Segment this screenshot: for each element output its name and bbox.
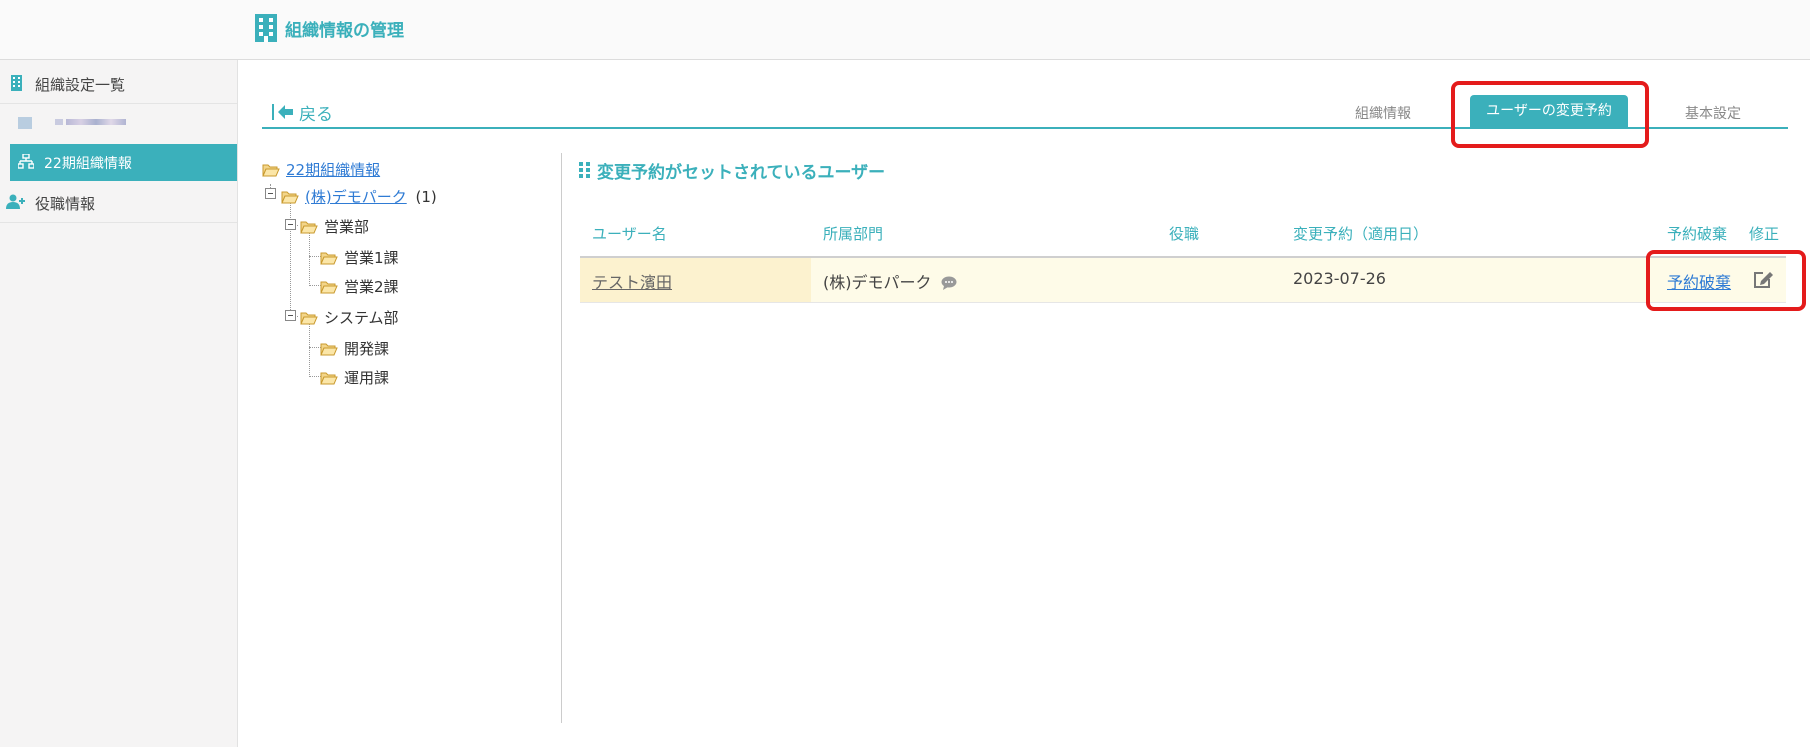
tab-org-info[interactable]: 組織情報 [1355,103,1411,123]
back-arrow-icon[interactable] [272,103,294,121]
grip-icon [579,162,590,178]
folder-open-icon [320,343,338,356]
sidebar-item-blurred-org[interactable] [0,105,237,145]
folder-open-icon [300,221,318,234]
comment-icon[interactable] [941,276,957,290]
sidebar-item-label: 組織設定一覧 [35,76,126,94]
folder-open-icon [320,252,338,265]
column-header-edit: 修正 [1749,225,1780,243]
tree-node-company[interactable]: (株)デモパーク (1) [281,186,437,207]
highlight-box-tab [1451,81,1649,148]
cell-apply-date: 2023-07-26 [1293,269,1386,288]
org-chart-icon [18,154,34,169]
tree-node-sales-dept[interactable]: 営業部 [300,216,369,237]
blurred-icon [18,117,32,129]
tree-node-label: 営業部 [324,218,370,236]
section-title: 変更予約がセットされているユーザー [597,163,886,183]
tree-node-sales-1[interactable]: 営業1課 [320,247,399,268]
tree-node-label: 営業2課 [344,278,399,296]
sidebar-item-label: 役職情報 [35,195,96,213]
sidebar-item-position-info[interactable]: 役職情報 [0,182,237,223]
back-link[interactable]: 戻る [299,100,333,125]
column-header-apply-date: 変更予約（適用日） [1293,225,1429,243]
building-icon [255,14,277,42]
top-header: 組織情報の管理 [0,0,1810,60]
sidebar-item-22nd-org-info[interactable]: 22期組織情報 [10,144,237,181]
tree-node-count: (1) [415,188,437,206]
tree-connector [309,321,310,377]
user-name-link[interactable]: テスト濱田 [592,273,672,292]
building-icon [11,75,22,91]
page-title: 組織情報の管理 [285,21,404,41]
tree-node-label[interactable]: (株)デモパーク [305,188,407,206]
tree-collapse-toggle[interactable] [285,310,296,321]
blurred-text [55,119,63,125]
column-header-user-name: ユーザー名 [592,225,667,243]
tree-node-label: 運用課 [344,369,390,387]
tab-basic-settings[interactable]: 基本設定 [1685,103,1741,123]
tree-node-label: 開発課 [344,340,390,358]
tree-node-development[interactable]: 開発課 [320,338,389,359]
tree-collapse-toggle[interactable] [265,188,276,199]
folder-open-icon [300,312,318,325]
tree-collapse-toggle[interactable] [285,219,296,230]
sidebar-item-label: 22期組織情報 [44,156,132,172]
folder-open-icon [281,191,299,204]
tree-node-system-dept[interactable]: システム部 [300,307,399,328]
tree-node-sales-2[interactable]: 営業2課 [320,276,399,297]
tree-connector [309,230,310,286]
panel-divider [561,153,562,723]
column-header-cancel: 予約破棄 [1667,225,1728,243]
tree-node-label: 営業1課 [344,249,399,267]
department-text: (株)デモパーク [823,273,932,292]
tree-connector [290,200,291,316]
tree-node-operations[interactable]: 運用課 [320,367,389,388]
cell-user-name: テスト濱田 [592,269,672,293]
blurred-text [66,119,126,125]
column-header-position: 役職 [1169,225,1200,243]
folder-open-icon [262,164,280,177]
sidebar: 組織設定一覧 22期組織情報 役職情報 [0,60,238,747]
tree-node-root[interactable]: 22期組織情報 [262,159,380,180]
column-header-department: 所属部門 [823,225,884,243]
sidebar-item-org-settings-list[interactable]: 組織設定一覧 [0,63,237,104]
tree-node-label[interactable]: 22期組織情報 [286,161,380,179]
folder-open-icon [320,281,338,294]
cell-department: (株)デモパーク [823,269,957,293]
user-plus-icon [6,194,25,209]
highlight-box-actions [1646,250,1806,311]
tree-node-label: システム部 [324,309,399,327]
folder-open-icon [320,372,338,385]
